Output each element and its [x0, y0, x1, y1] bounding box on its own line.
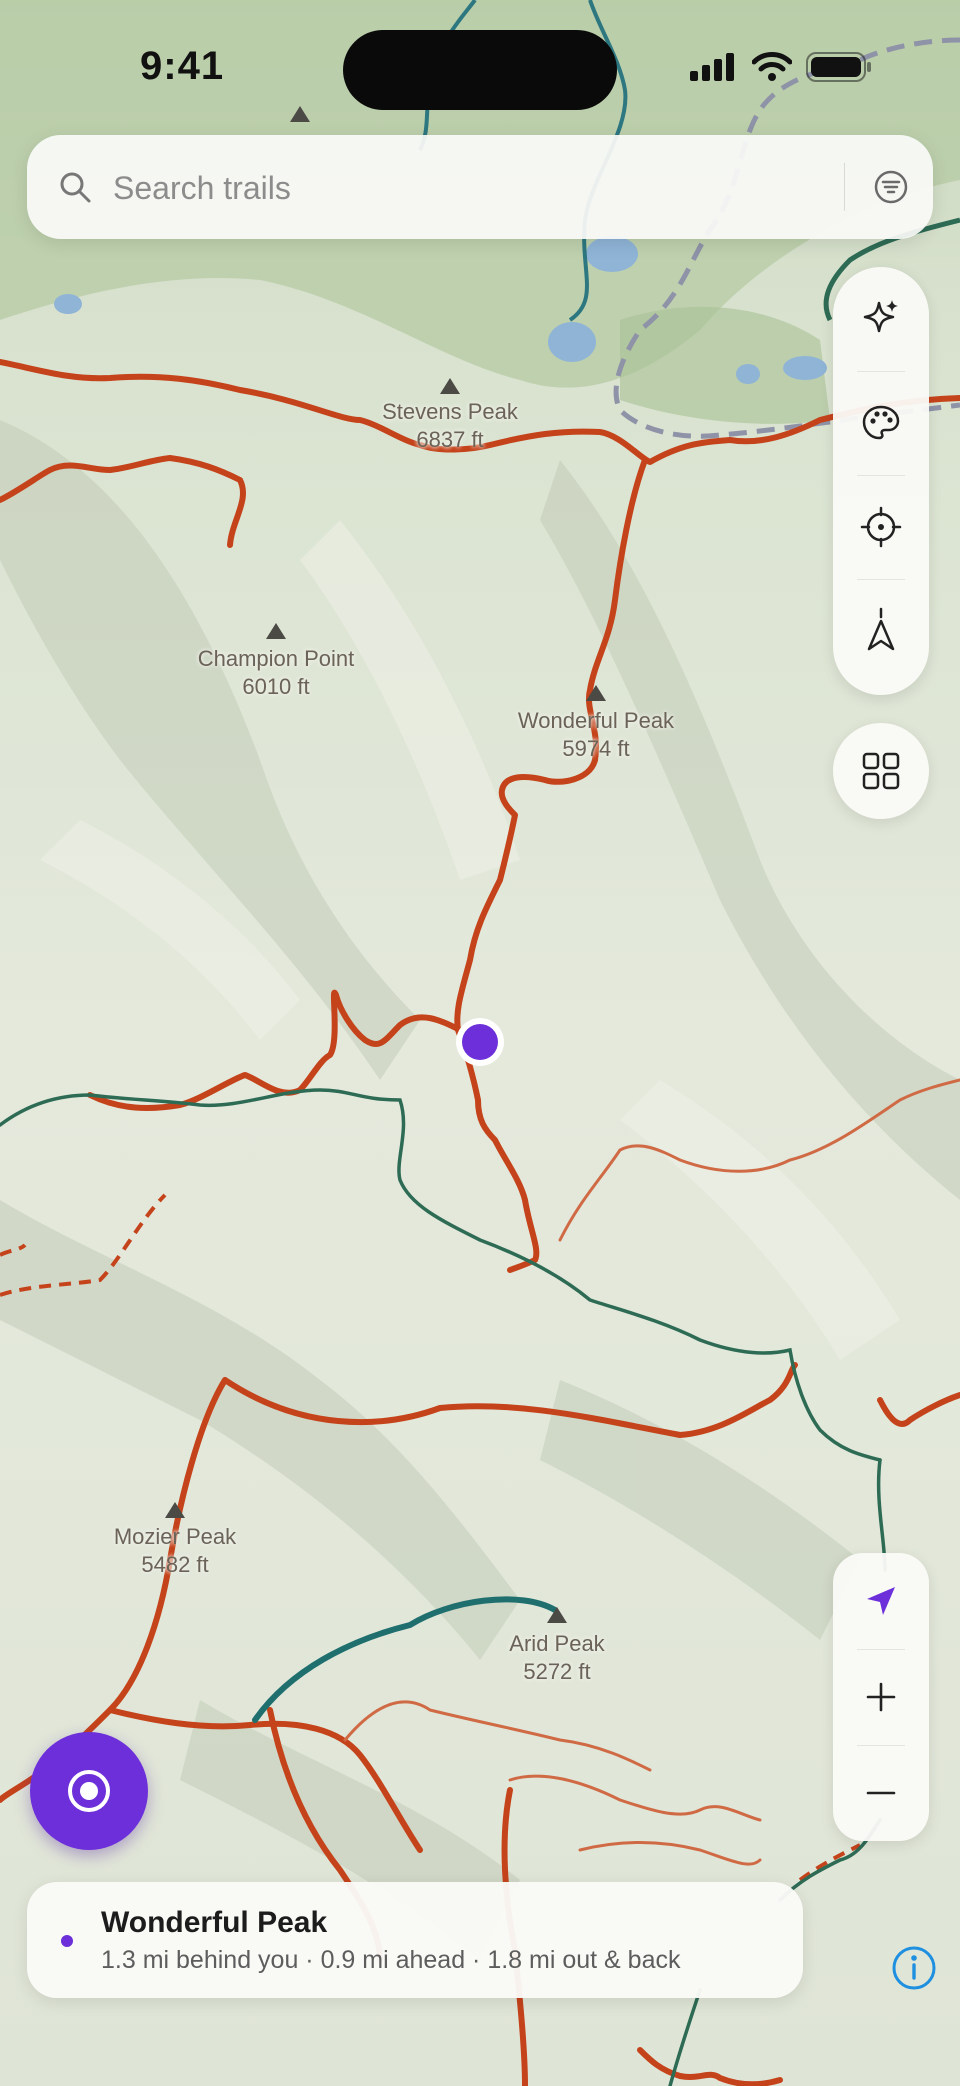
crosshair-icon: [860, 506, 902, 548]
compass-arrow-icon: [867, 607, 895, 651]
peak-name: Stevens Peak: [382, 399, 518, 424]
sparkle-icon: [863, 300, 898, 333]
filter-button[interactable]: [869, 165, 913, 209]
zoom-out-button[interactable]: [833, 1745, 929, 1841]
wifi-icon: [752, 52, 792, 81]
peak-label-champion: Champion Point 6010 ft: [198, 645, 355, 701]
peak-elevation: 5974 ft: [562, 736, 630, 761]
battery-icon: [806, 52, 871, 82]
current-location-marker: [456, 1018, 504, 1066]
locate-button[interactable]: [833, 475, 929, 579]
trail-name: Wonderful Peak: [101, 1906, 328, 1939]
navigation-arrow-icon: [867, 1587, 895, 1615]
peak-elevation: 6010 ft: [242, 674, 310, 699]
signal-icon: [690, 53, 734, 81]
status-icons: [690, 52, 872, 82]
filter-icon: [874, 170, 908, 204]
minus-icon: [866, 1791, 896, 1795]
search-bar: [27, 135, 933, 239]
map-style-button[interactable]: [833, 371, 929, 475]
zoom-toolbar: [833, 1553, 929, 1841]
peak-label-stevens: Stevens Peak 6837 ft: [382, 398, 518, 454]
map-tools-toolbar: [833, 267, 929, 695]
peak-elevation: 5482 ft: [141, 1552, 209, 1577]
palette-icon: [862, 405, 900, 440]
zoom-in-button[interactable]: [833, 1649, 929, 1745]
peak-name: Arid Peak: [509, 1631, 605, 1656]
record-button[interactable]: [30, 1732, 148, 1850]
search-icon: [60, 172, 91, 203]
dynamic-island: [343, 30, 617, 110]
peak-name: Wonderful Peak: [517, 708, 675, 733]
peak-name: Mozier Peak: [113, 1524, 237, 1549]
search-input[interactable]: [111, 159, 835, 217]
status-time: 9:41: [140, 44, 225, 88]
grid-icon: [862, 752, 900, 790]
peak-elevation: 6837 ft: [416, 427, 484, 452]
info-icon: [892, 1946, 936, 1990]
compass-button[interactable]: [833, 579, 929, 683]
ai-suggest-button[interactable]: [833, 267, 929, 371]
peak-name: Champion Point: [197, 646, 355, 671]
plus-icon: [866, 1682, 896, 1712]
trail-info-card[interactable]: Wonderful Peak 1.3 mi behind you · 0.9 m…: [27, 1882, 803, 1998]
search-divider: [844, 163, 845, 211]
navigate-button[interactable]: [833, 1553, 929, 1649]
peak-elevation: 5272 ft: [523, 1659, 591, 1684]
info-button[interactable]: [890, 1944, 938, 1992]
peak-label-arid: Arid Peak 5272 ft: [509, 1630, 604, 1686]
peak-label-wonderful: Wonderful Peak 5974 ft: [518, 707, 674, 763]
layers-button[interactable]: [833, 723, 929, 819]
peak-label-mozier: Mozier Peak 5482 ft: [114, 1523, 236, 1579]
record-target-icon: [68, 1770, 110, 1812]
trail-color-dot: [61, 1935, 73, 1947]
trail-summary: 1.3 mi behind you · 0.9 mi ahead · 1.8 m…: [101, 1946, 681, 1974]
